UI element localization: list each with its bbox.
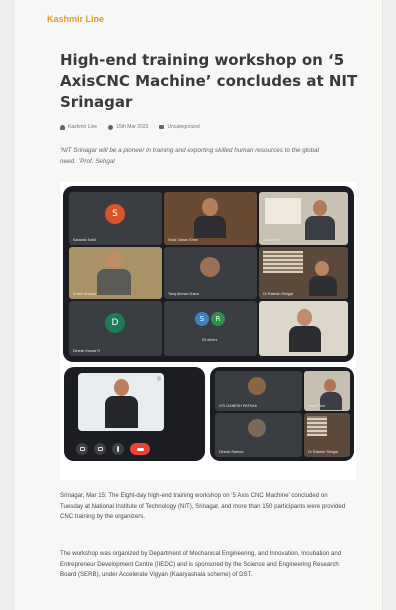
- article-title: High-end training workshop on ‘5 AxisCNC…: [60, 51, 358, 111]
- article-meta: Kashmir Line 15th Mar 2022 Uncategorized: [60, 124, 200, 130]
- participant-tile: OTI-GANESH PATHAK: [215, 371, 302, 411]
- participant-avatar: S: [195, 312, 209, 326]
- participant-name: Dinesh Kumar R: [73, 349, 101, 353]
- others-count: 29 others: [202, 338, 218, 342]
- participant-tile: Khalid Ahmad: [69, 247, 162, 299]
- participant-name: Dr Rakesh Sehgal: [263, 292, 293, 296]
- participant-tile: Nosir Zahan Khan: [164, 192, 257, 245]
- mic-icon: [157, 376, 161, 381]
- pull-quote: ‘NIT Srinagar will be a pioneer in train…: [60, 146, 354, 167]
- participant-name: Dinesh Rathod: [219, 450, 244, 454]
- video-call-grid: S Saransh Sahil Nosir Zahan Khan Saad Pe…: [63, 186, 354, 362]
- window-blinds: [307, 416, 327, 436]
- participant-tile: S R 29 others: [164, 301, 257, 356]
- participant-avatar: S: [105, 204, 125, 224]
- participant-avatar: [248, 377, 266, 395]
- participant-name: Nosir Zahan Khan: [168, 238, 198, 242]
- participant-name: Saad Peer: [263, 238, 281, 242]
- self-view-window: [64, 367, 205, 461]
- quote-author: ’Prof. Sehgal: [78, 157, 115, 165]
- participant-name: OTI-GANESH PATHAK: [219, 404, 258, 408]
- participant-avatar: R: [211, 312, 225, 326]
- captions-button[interactable]: [76, 443, 88, 455]
- article-paragraph: The workshop was organized by Department…: [60, 550, 342, 578]
- participant-name: Khalid Ahmad: [73, 292, 96, 296]
- self-view-video: [78, 373, 164, 431]
- site-name-link[interactable]: Kashmir Line: [47, 14, 104, 24]
- article-date[interactable]: 15th Mar 2022: [116, 124, 148, 130]
- participant-avatar: [248, 419, 266, 437]
- participant-name: Saransh Sahil: [73, 238, 96, 242]
- clock-icon: [108, 124, 114, 130]
- more-options-button[interactable]: [112, 443, 124, 455]
- participant-tile: Dr Rakesh Sehgal: [259, 247, 348, 299]
- participant-avatar: [200, 257, 220, 277]
- article-paragraph: Srinagar, Mar 15: The Eight-day high-end…: [60, 492, 346, 520]
- participant-tile: Dinesh Rathod: [215, 413, 302, 457]
- end-call-button[interactable]: [130, 443, 150, 455]
- participant-tile: Dr Rakesh Sehgal: [304, 413, 350, 457]
- participant-avatar: D: [105, 313, 125, 333]
- participant-tile: [259, 301, 348, 356]
- participant-name: Tariq Ahmad Jhara: [168, 292, 199, 296]
- participant-name: Dr Rakesh Sehgal: [308, 450, 338, 454]
- wall-poster: [265, 198, 301, 224]
- window-blinds: [263, 251, 303, 273]
- article-author[interactable]: Kashmir Line: [68, 124, 97, 130]
- folder-icon: [159, 125, 165, 129]
- participant-tile: S Saransh Sahil: [69, 192, 162, 245]
- participant-tile: D Dinesh Kumar R: [69, 301, 162, 356]
- video-call-grid-small: OTI-GANESH PATHAK Saad Peer Dinesh Ratho…: [210, 367, 354, 461]
- participant-tile: Saad Peer: [304, 371, 350, 411]
- present-button[interactable]: [94, 443, 106, 455]
- participant-tile: Tariq Ahmad Jhara: [164, 247, 257, 299]
- participant-name: Saad Peer: [308, 404, 326, 408]
- author-icon: [60, 124, 65, 130]
- article-category[interactable]: Uncategorized: [167, 124, 199, 130]
- participant-tile: Saad Peer: [259, 192, 348, 245]
- meeting-screenshot: S Saransh Sahil Nosir Zahan Khan Saad Pe…: [60, 182, 356, 480]
- call-controls: [64, 437, 205, 461]
